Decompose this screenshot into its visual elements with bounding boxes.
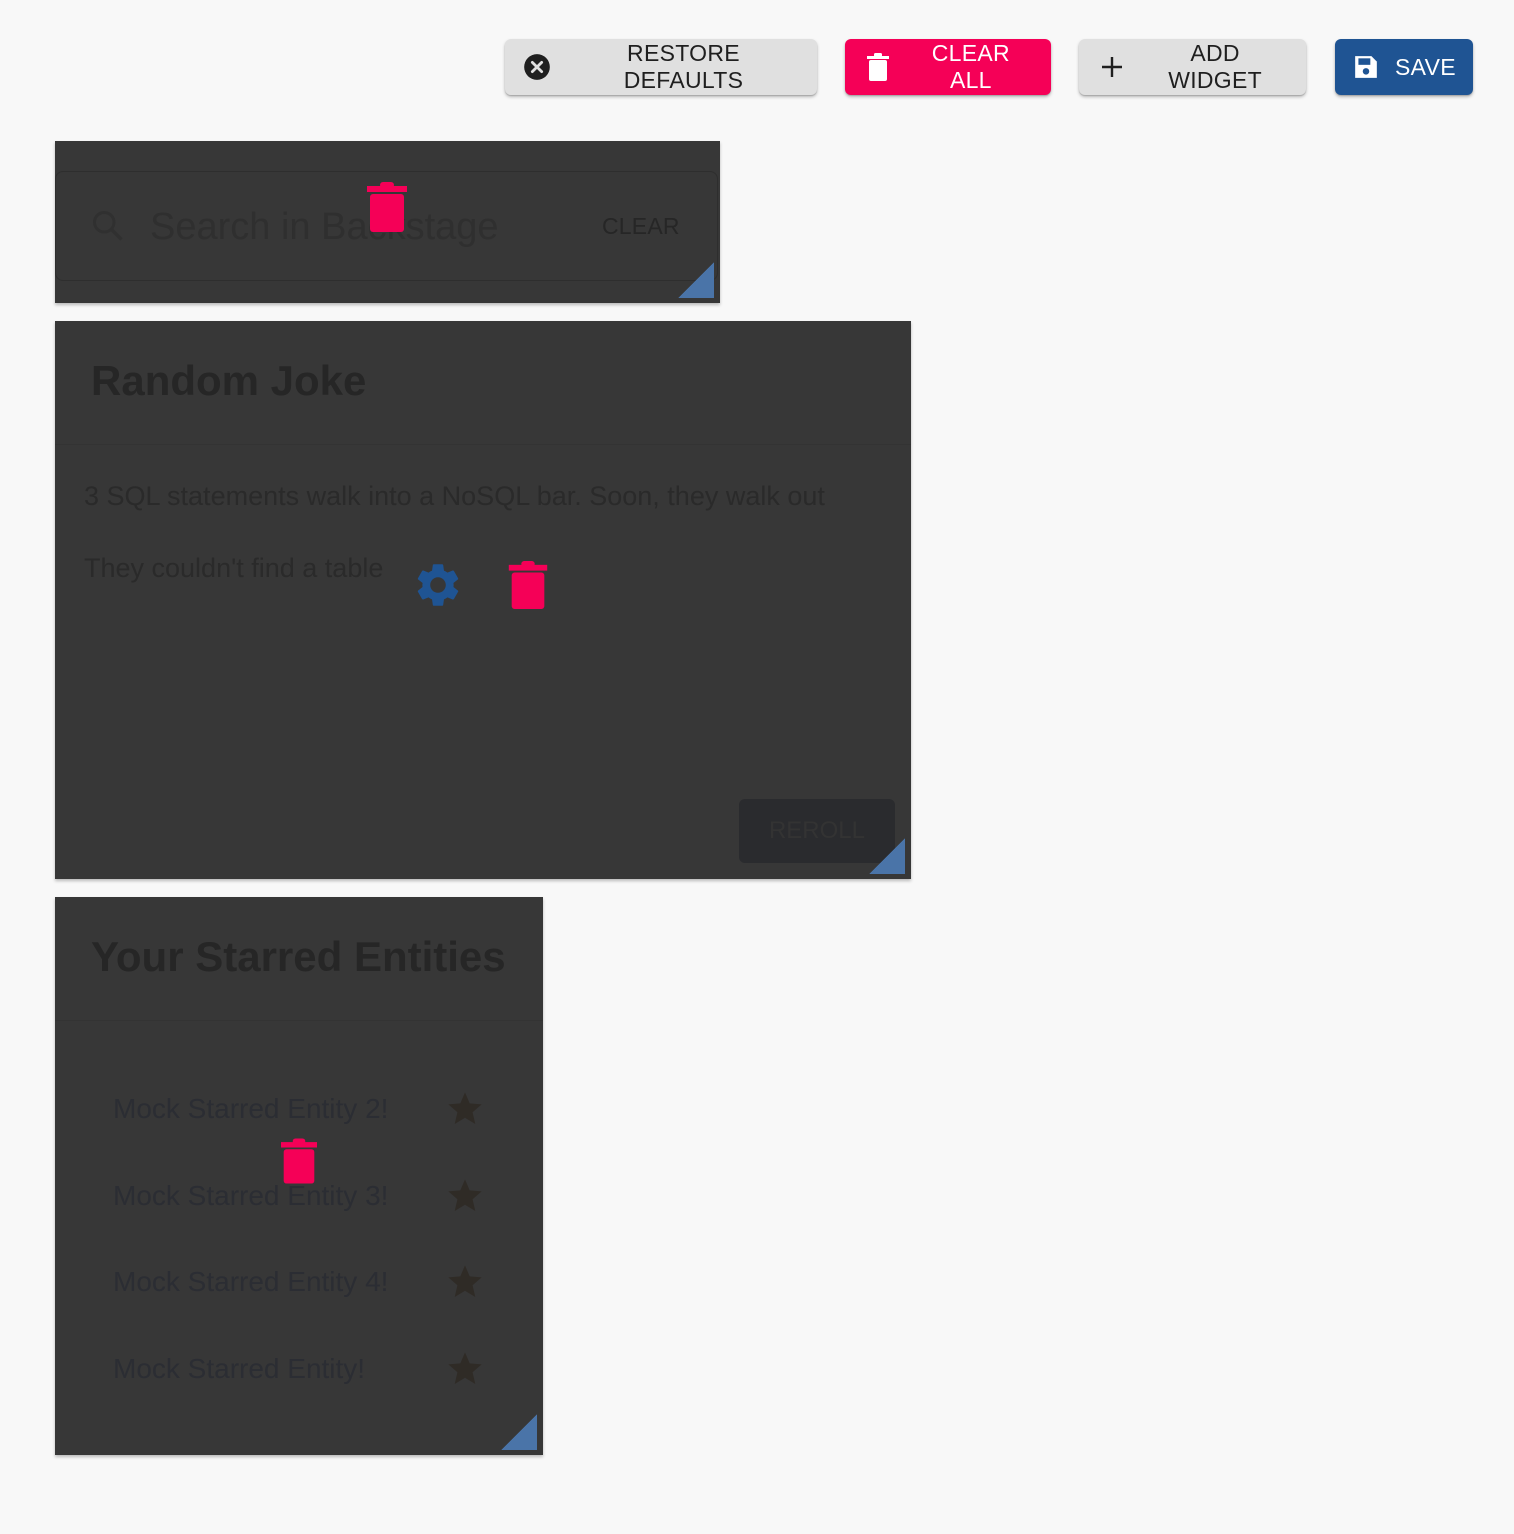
joke-punchline: They couldn't find a table [84,553,384,583]
search-clear-button[interactable]: CLEAR [596,212,686,241]
star-icon[interactable] [445,1089,485,1129]
restore-defaults-label: RESTORE DEFAULTS [623,40,744,93]
joke-setup: 3 SQL statements walk into a NoSQL bar. … [84,481,825,511]
star-icon[interactable] [445,1176,485,1216]
entity-name[interactable]: Mock Starred Entity 2! [113,1093,388,1125]
settings-gear-icon[interactable] [412,559,464,611]
cancel-circle-icon [523,52,552,82]
delete-widget-trash-icon[interactable] [281,1137,321,1189]
add-widget-button[interactable]: ADD WIDGET [1079,39,1306,95]
divider [55,1020,543,1021]
add-widget-label: ADD WIDGET [1168,40,1262,93]
starred-entity-item[interactable]: Mock Starred Entity 4! [113,1260,493,1310]
starred-entity-item[interactable]: Mock Starred Entity 2! [113,1087,493,1137]
entity-name[interactable]: Mock Starred Entity 4! [113,1266,388,1298]
starred-entity-item[interactable]: Mock Starred Entity! [113,1347,493,1397]
resize-handle[interactable] [678,262,714,298]
entity-name[interactable]: Mock Starred Entity! [113,1353,365,1385]
divider [55,444,911,445]
restore-defaults-button[interactable]: RESTORE DEFAULTS [505,39,817,95]
clear-all-button[interactable]: CLEAR ALL [845,39,1051,95]
resize-handle[interactable] [501,1414,537,1450]
plus-icon [1097,52,1126,82]
card-title: Your Starred Entities [91,933,506,980]
delete-widget-trash-icon[interactable] [508,561,548,613]
entity-name[interactable]: Mock Starred Entity 3! [113,1180,388,1212]
clear-all-label: CLEAR ALL [931,40,1010,93]
search-icon [90,208,126,244]
star-icon[interactable] [445,1262,485,1302]
star-icon[interactable] [445,1349,485,1389]
save-button[interactable]: SAVE [1335,39,1473,95]
search-widget[interactable]: CLEAR [55,141,720,303]
search-input[interactable] [148,200,552,254]
trash-icon [863,52,893,82]
random-joke-widget[interactable]: Random Joke 3 SQL statements walk into a… [55,321,911,879]
card-title: Random Joke [91,357,367,404]
floppy-disk-icon [1353,52,1379,82]
delete-widget-trash-icon[interactable] [367,182,407,234]
save-label: SAVE [1395,53,1456,80]
resize-handle[interactable] [869,838,905,874]
starred-entities-widget[interactable]: Your Starred Entities Mock Starred Entit… [55,897,543,1455]
